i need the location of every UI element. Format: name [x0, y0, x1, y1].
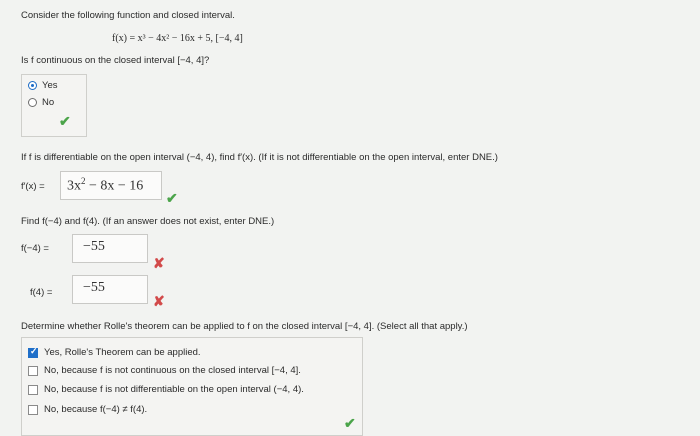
f-4-label: f(4) =: [30, 287, 53, 298]
rolle-option-3-label: No, because f is not differentiable on t…: [44, 384, 304, 395]
correct-check-icon: ✔: [166, 190, 178, 206]
incorrect-x-icon: ✘: [153, 293, 165, 309]
radio-no-button[interactable]: [28, 98, 37, 107]
endpoint-question: Find f(−4) and f(4). (If an answer does …: [21, 216, 275, 227]
rolle-option-1[interactable]: Yes, Rolle's Theorem can be applied.: [28, 346, 201, 358]
f-neg4-answer-field[interactable]: −55: [72, 234, 148, 263]
derivative-label: f′(x) =: [21, 181, 45, 192]
f-neg4-value: −55: [83, 239, 105, 254]
derivative-question: If f is differentiable on the open inter…: [21, 152, 498, 163]
checkbox-unchecked[interactable]: [28, 404, 38, 415]
incorrect-x-icon: ✘: [153, 255, 165, 271]
checkbox-unchecked[interactable]: [28, 365, 38, 376]
continuity-question: Is f continuous on the closed interval […: [21, 55, 210, 66]
rolle-option-4[interactable]: No, because f(−4) ≠ f(4).: [28, 404, 147, 415]
correct-check-icon: ✔: [344, 415, 356, 431]
radio-no-label: No: [42, 97, 55, 108]
rolle-option-3[interactable]: No, because f is not differentiable on t…: [28, 384, 304, 395]
radio-yes[interactable]: Yes: [28, 80, 58, 91]
continuity-radio-group: Yes No ✔: [21, 74, 87, 137]
problem-intro: Consider the following function and clos…: [21, 10, 235, 21]
f-4-value: −55: [83, 280, 105, 295]
rolle-option-1-label: Yes, Rolle's Theorem can be applied.: [44, 347, 201, 358]
rolle-question: Determine whether Rolle's theorem can be…: [21, 321, 468, 332]
radio-yes-button[interactable]: [28, 81, 37, 90]
derivative-rest: − 8x − 16: [85, 178, 144, 194]
checkbox-unchecked[interactable]: [28, 384, 38, 395]
f-neg4-label: f(−4) =: [21, 243, 49, 254]
checkbox-checked[interactable]: [28, 346, 38, 358]
derivative-answer-field[interactable]: 3x2 − 8x − 16: [60, 171, 162, 200]
rolle-option-4-label: No, because f(−4) ≠ f(4).: [44, 404, 148, 415]
rolle-option-2-label: No, because f is not continuous on the c…: [44, 365, 301, 376]
derivative-coef: 3x: [67, 178, 81, 194]
rolle-option-2[interactable]: No, because f is not continuous on the c…: [28, 365, 301, 376]
correct-check-icon: ✔: [59, 113, 71, 129]
radio-yes-label: Yes: [42, 80, 58, 91]
radio-no[interactable]: No: [28, 97, 54, 108]
function-definition: f(x) = x³ − 4x² − 16x + 5, [−4, 4]: [112, 33, 243, 44]
rolle-options-group: Yes, Rolle's Theorem can be applied. No,…: [21, 337, 363, 436]
f-4-answer-field[interactable]: −55: [72, 275, 148, 304]
